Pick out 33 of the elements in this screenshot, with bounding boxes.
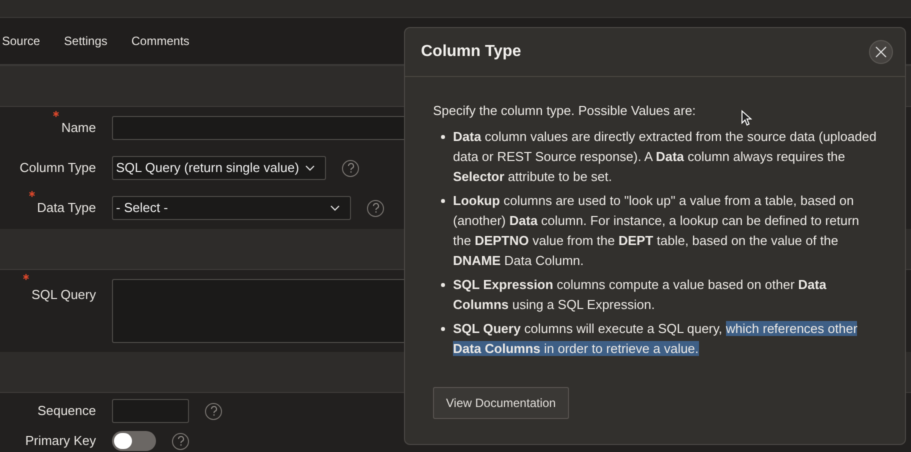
view-documentation-button[interactable]: View Documentation: [433, 387, 569, 419]
chevron-down-icon: [305, 165, 316, 171]
list-item-text: Lookup columns are used to "look up" a value from a table, based on (another) Data column. For instance, a lookup can be defined to return the DEPTNO value from the DEPT table, based on the value of the DNAME Data Column.: [453, 192, 860, 270]
bullet-icon: [441, 135, 445, 139]
tab[interactable]: Source: [2, 32, 40, 50]
tab[interactable]: Settings: [64, 32, 108, 50]
list-item-text: SQL Expression columns compute a value based on other Data Columns using a SQL Expression.: [453, 276, 828, 314]
popup-title: Column Type: [421, 42, 522, 62]
mouse-cursor-icon: [741, 110, 752, 126]
select-field[interactable]: - Select -: [112, 196, 351, 220]
field-label: Primary Key: [25, 433, 96, 448]
help-icon[interactable]: [367, 200, 384, 216]
help-icon[interactable]: [172, 432, 189, 450]
field-label: Data Type: [36, 200, 96, 215]
list-item-text: SQL Query columns will execute a SQL query, which references other Data Columns in order to retrieve a value.: [453, 320, 858, 358]
bullet-icon: [441, 327, 445, 331]
help-icon[interactable]: [342, 160, 360, 176]
help-icon[interactable]: [205, 402, 222, 420]
field-label: Column Type: [20, 160, 96, 175]
field-label: Name: [61, 120, 96, 135]
bullet-icon: [441, 283, 445, 287]
list-item-text: Data column values are directly extracted from the source data (uploaded data or REST Source response). A Data column always requires the Selector attribute to be set.: [453, 128, 877, 186]
field-label: Sequence: [37, 403, 96, 418]
text-field[interactable]: [112, 399, 189, 423]
close-button[interactable]: [869, 40, 893, 64]
field-label: SQL Query: [31, 287, 96, 302]
toggle-switch[interactable]: [112, 431, 156, 451]
intro-text: Specify the column type. Possible Values are:: [433, 102, 696, 120]
select-field[interactable]: SQL Query (return single value): [112, 156, 326, 180]
close-icon: [875, 46, 887, 58]
chevron-down-icon: [330, 205, 340, 211]
tab[interactable]: Comments: [131, 32, 190, 50]
bullet-icon: [441, 199, 445, 203]
